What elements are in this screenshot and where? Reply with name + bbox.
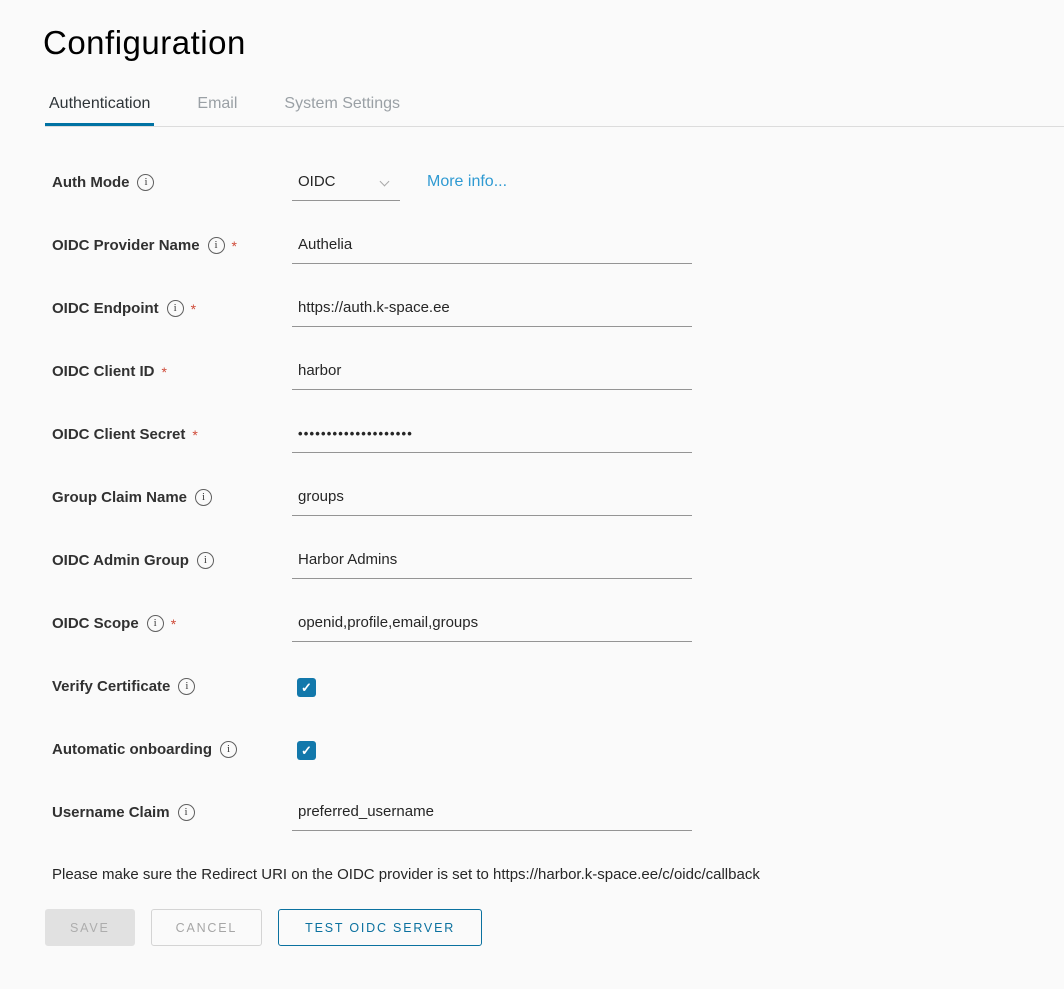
- field-value-group-oidc-client-secret: ••••••••••••••••••••: [292, 425, 692, 453]
- field-label-group-verify-certificate: Verify Certificate i: [52, 677, 292, 696]
- selected-value: OIDC: [298, 173, 336, 191]
- oidc-client-id-input[interactable]: harbor: [292, 362, 692, 390]
- field-row-auth-mode: Auth Mode i OIDC More info...: [52, 173, 1064, 201]
- configuration-page: Configuration Authentication Email System …: [0, 24, 1064, 946]
- field-row-oidc-provider-name: OIDC Provider Name i * Authelia: [52, 236, 1064, 264]
- field-value-group-username-claim: preferred_username: [292, 803, 692, 831]
- info-icon[interactable]: i: [220, 741, 237, 758]
- oidc-scope-input[interactable]: openid,profile,email,groups: [292, 614, 692, 642]
- field-label: Group Claim Name: [52, 489, 187, 507]
- field-row-group-claim-name: Group Claim Name i groups: [52, 488, 1064, 516]
- field-value-group-oidc-scope: openid,profile,email,groups: [292, 614, 692, 642]
- field-label-group-oidc-endpoint: OIDC Endpoint i *: [52, 299, 292, 318]
- form-actions: SAVE CANCEL TEST OIDC SERVER: [45, 909, 1064, 946]
- verify-certificate-checkbox[interactable]: ✓: [297, 678, 316, 697]
- field-label-group-group-claim-name: Group Claim Name i: [52, 488, 292, 507]
- field-row-oidc-client-secret: OIDC Client Secret * ••••••••••••••••••••: [52, 425, 1064, 453]
- required-asterisk: *: [171, 615, 176, 631]
- tab-bar: Authentication Email System Settings: [45, 89, 1064, 127]
- field-label-group-auth-mode: Auth Mode i: [52, 173, 292, 192]
- auth-mode-select[interactable]: OIDC: [292, 173, 400, 201]
- field-label: OIDC Endpoint: [52, 300, 159, 318]
- field-value-group-oidc-endpoint: https://auth.k-space.ee: [292, 299, 692, 327]
- field-row-oidc-endpoint: OIDC Endpoint i * https://auth.k-space.ee: [52, 299, 1064, 327]
- field-label: OIDC Admin Group: [52, 552, 189, 570]
- field-label-group-oidc-admin-group: OIDC Admin Group i: [52, 551, 292, 570]
- required-asterisk: *: [232, 237, 237, 253]
- tab-authentication[interactable]: Authentication: [45, 89, 154, 126]
- field-value-group-oidc-client-id: harbor: [292, 362, 692, 390]
- info-icon[interactable]: i: [178, 678, 195, 695]
- save-button: SAVE: [45, 909, 135, 946]
- field-label-group-automatic-onboarding: Automatic onboarding i: [52, 740, 292, 759]
- field-label: Auth Mode: [52, 174, 129, 192]
- oidc-client-secret-input[interactable]: ••••••••••••••••••••: [292, 425, 692, 453]
- field-row-verify-certificate: Verify Certificate i ✓: [52, 677, 1064, 705]
- field-label-group-username-claim: Username Claim i: [52, 803, 292, 822]
- test-oidc-server-button[interactable]: TEST OIDC SERVER: [278, 909, 482, 946]
- field-label: Username Claim: [52, 804, 170, 822]
- field-label: Automatic onboarding: [52, 741, 212, 759]
- field-value-group-oidc-provider-name: Authelia: [292, 236, 692, 264]
- field-row-automatic-onboarding: Automatic onboarding i ✓: [52, 740, 1064, 768]
- check-icon: ✓: [301, 744, 312, 757]
- info-icon[interactable]: i: [167, 300, 184, 317]
- field-row-oidc-scope: OIDC Scope i * openid,profile,email,groups: [52, 614, 1064, 642]
- cancel-button[interactable]: CANCEL: [151, 909, 263, 946]
- field-value-group-verify-certificate: ✓: [292, 677, 316, 697]
- field-label-group-oidc-scope: OIDC Scope i *: [52, 614, 292, 633]
- oidc-provider-name-input[interactable]: Authelia: [292, 236, 692, 264]
- group-claim-name-input[interactable]: groups: [292, 488, 692, 516]
- more-info-link[interactable]: More info...: [427, 173, 507, 191]
- required-asterisk: *: [162, 363, 167, 379]
- auth-settings-form: Auth Mode i OIDC More info... OIDC Provider …: [52, 173, 1064, 831]
- field-label-group-oidc-client-secret: OIDC Client Secret *: [52, 425, 292, 444]
- chevron-down-icon: [380, 176, 390, 186]
- oidc-endpoint-input[interactable]: https://auth.k-space.ee: [292, 299, 692, 327]
- oidc-admin-group-input[interactable]: Harbor Admins: [292, 551, 692, 579]
- page-title: Configuration: [43, 24, 1064, 62]
- field-label: OIDC Provider Name: [52, 237, 200, 255]
- field-label: OIDC Client ID: [52, 363, 155, 381]
- field-label-group-oidc-client-id: OIDC Client ID *: [52, 362, 292, 381]
- field-label-group-oidc-provider-name: OIDC Provider Name i *: [52, 236, 292, 255]
- check-icon: ✓: [301, 681, 312, 694]
- required-asterisk: *: [191, 300, 196, 316]
- field-row-oidc-admin-group: OIDC Admin Group i Harbor Admins: [52, 551, 1064, 579]
- required-asterisk: *: [192, 426, 197, 442]
- info-icon[interactable]: i: [147, 615, 164, 632]
- field-label: OIDC Scope: [52, 615, 139, 633]
- field-value-group-oidc-admin-group: Harbor Admins: [292, 551, 692, 579]
- username-claim-input[interactable]: preferred_username: [292, 803, 692, 831]
- field-value-group-automatic-onboarding: ✓: [292, 740, 316, 760]
- field-value-group-auth-mode: OIDC More info...: [292, 173, 507, 201]
- tab-email[interactable]: Email: [193, 89, 241, 126]
- field-value-group-group-claim-name: groups: [292, 488, 692, 516]
- automatic-onboarding-checkbox[interactable]: ✓: [297, 741, 316, 760]
- field-label: Verify Certificate: [52, 678, 170, 696]
- info-icon[interactable]: i: [197, 552, 214, 569]
- info-icon[interactable]: i: [208, 237, 225, 254]
- info-icon[interactable]: i: [178, 804, 195, 821]
- field-row-oidc-client-id: OIDC Client ID * harbor: [52, 362, 1064, 390]
- redirect-uri-notice: Please make sure the Redirect URI on the…: [52, 866, 1064, 883]
- info-icon[interactable]: i: [195, 489, 212, 506]
- field-row-username-claim: Username Claim i preferred_username: [52, 803, 1064, 831]
- field-label: OIDC Client Secret: [52, 426, 185, 444]
- info-icon[interactable]: i: [137, 174, 154, 191]
- tab-system-settings[interactable]: System Settings: [280, 89, 404, 126]
